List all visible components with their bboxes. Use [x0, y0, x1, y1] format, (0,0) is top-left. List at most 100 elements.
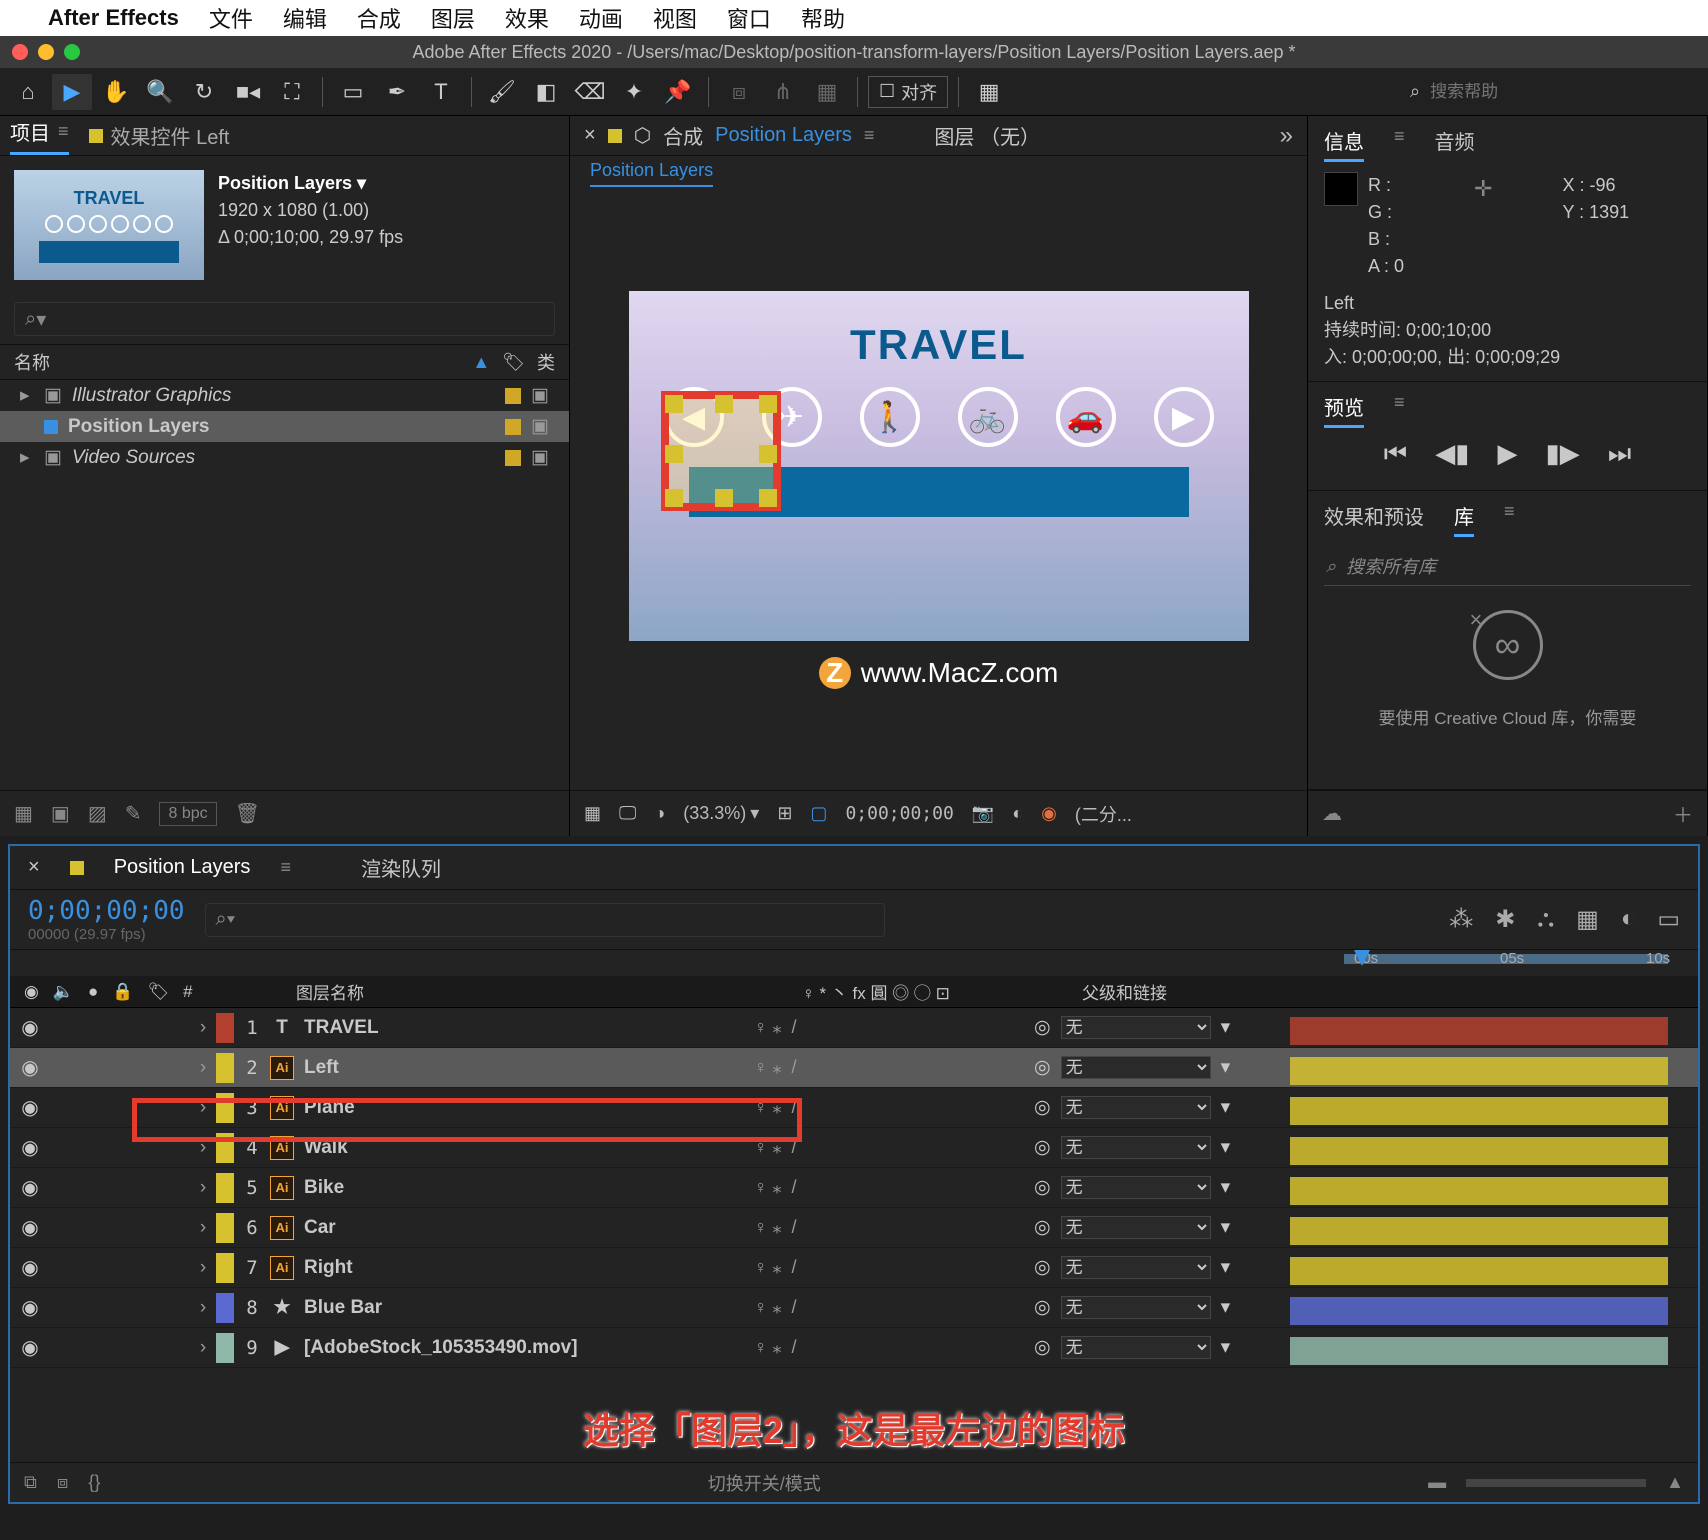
draft3d-icon[interactable]: ✱ — [1495, 905, 1515, 934]
menu-view[interactable]: 视图 — [653, 2, 697, 34]
layer-name[interactable]: Right — [304, 1257, 754, 1279]
comp-mini-tab[interactable]: Position Layers — [590, 160, 713, 187]
layer-label-color[interactable] — [216, 1213, 234, 1243]
last-frame-icon[interactable]: ⏭ — [1608, 438, 1631, 470]
next-frame-icon[interactable]: ▮▶ — [1546, 438, 1580, 470]
layer-name[interactable]: TRAVEL — [304, 1017, 754, 1039]
parent-column[interactable]: 父级和链接 — [1082, 979, 1338, 1004]
layer-tab[interactable]: 图层 （无） — [934, 121, 1040, 150]
parent-dropdown[interactable]: 无 — [1061, 1256, 1211, 1279]
layer-name[interactable]: Car — [304, 1217, 754, 1239]
pickwhip-icon[interactable]: ◎ — [1034, 1296, 1051, 1319]
timeline-search[interactable]: ⌕▾ — [205, 903, 885, 937]
twirl-icon[interactable]: › — [190, 1097, 216, 1119]
layer-row[interactable]: ◉›6AiCar♀ ⁎ /◎无 ▾ — [10, 1208, 1698, 1248]
layer-duration-bar[interactable] — [1290, 1177, 1668, 1205]
menu-edit[interactable]: 编辑 — [283, 2, 327, 34]
layer-name[interactable]: Bike — [304, 1177, 754, 1199]
new-comp-icon[interactable]: ▨ — [88, 801, 107, 826]
show-channel-icon[interactable]: ◐ — [1012, 803, 1023, 824]
grid-icon[interactable]: ▢ — [810, 803, 827, 824]
current-timecode[interactable]: 0;00;00;00 — [28, 896, 185, 926]
layer-switches[interactable]: ♀ ⁎ / — [754, 1257, 1034, 1278]
rectangle-tool-icon[interactable]: ▭ — [333, 74, 373, 110]
hand-tool-icon[interactable]: ✋ — [96, 74, 136, 110]
trash-icon[interactable]: 🗑 — [235, 801, 260, 826]
add-icon[interactable]: ＋ — [1673, 799, 1693, 828]
timeline-tab-render[interactable]: 渲染队列 — [361, 853, 441, 882]
twirl-icon[interactable]: › — [190, 1177, 216, 1199]
visibility-toggle-icon[interactable]: ◉ — [10, 1015, 50, 1040]
visibility-toggle-icon[interactable]: ◉ — [10, 1095, 50, 1120]
layer-label-color[interactable] — [216, 1133, 234, 1163]
prev-frame-icon[interactable]: ◀▮ — [1435, 438, 1469, 470]
frame-blend-icon[interactable]: ▦ — [1576, 905, 1599, 934]
visibility-toggle-icon[interactable]: ◉ — [10, 1215, 50, 1240]
new-folder-icon[interactable]: ▣ — [51, 801, 70, 826]
comp-canvas[interactable]: TRAVEL ◀ ✈ 🚶 🚲 🚗 ▶ — [629, 291, 1249, 641]
menu-layer[interactable]: 图层 — [431, 2, 475, 34]
adjust-icon[interactable]: ✎ — [125, 801, 142, 826]
switches-column[interactable]: ♀ * 丶 fx 圓 ◎ ◯ ⊡ — [802, 979, 1082, 1004]
pen-tool-icon[interactable]: ✒ — [377, 74, 417, 110]
visibility-toggle-icon[interactable]: ◉ — [10, 1135, 50, 1160]
close-tab-icon[interactable]: × — [584, 124, 596, 147]
flowchart-icon[interactable]: ⬡ — [634, 123, 651, 148]
layer-duration-bar[interactable] — [1290, 1337, 1668, 1365]
eraser-tool-icon[interactable]: ⌫ — [570, 74, 610, 110]
3d-widget-icon[interactable]: ⧈ — [719, 74, 759, 110]
parent-dropdown[interactable]: 无 — [1061, 1296, 1211, 1319]
twirl-icon[interactable]: › — [190, 1257, 216, 1279]
help-search[interactable]: ⌕ — [1400, 81, 1700, 102]
parent-dropdown[interactable]: 无 — [1061, 1336, 1211, 1359]
layer-name[interactable]: [AdobeStock_105353490.mov] — [304, 1337, 754, 1359]
toggle-transparency-icon[interactable]: 🖵 — [619, 803, 636, 824]
twirl-icon[interactable]: › — [190, 1337, 216, 1359]
layer-row[interactable]: ◉›2AiLeft♀ ⁎ /◎无 ▾ — [10, 1048, 1698, 1088]
layer-switches[interactable]: ♀ ⁎ / — [754, 1097, 1034, 1118]
toggle-in-out-icon[interactable]: {} — [88, 1472, 100, 1493]
layer-duration-bar[interactable] — [1290, 1297, 1668, 1325]
snap-toggle[interactable]: ☐ 对齐 — [868, 76, 948, 108]
twirl-icon[interactable]: › — [190, 1137, 216, 1159]
project-item-folder[interactable]: ▸▣Video Sources▣ — [0, 442, 569, 473]
tab-info[interactable]: 信息 — [1324, 126, 1364, 162]
layer-duration-bar[interactable] — [1290, 1137, 1668, 1165]
layer-duration-bar[interactable] — [1290, 1017, 1668, 1045]
menu-animation[interactable]: 动画 — [579, 2, 623, 34]
parent-dropdown[interactable]: 无 — [1061, 1176, 1211, 1199]
layer-label-color[interactable] — [216, 1333, 234, 1363]
help-search-input[interactable] — [1430, 82, 1690, 102]
layer-label-color[interactable] — [216, 1093, 234, 1123]
zoom-dropdown[interactable]: (33.3%) ▾ — [683, 803, 759, 824]
menu-file[interactable]: 文件 — [209, 2, 253, 34]
mask-icon[interactable]: ◑ — [654, 803, 665, 824]
parent-dropdown[interactable]: 无 — [1061, 1056, 1211, 1079]
layer-label-color[interactable] — [216, 1053, 234, 1083]
twirl-icon[interactable]: › — [190, 1017, 216, 1039]
comp-viewer[interactable]: TRAVEL ◀ ✈ 🚶 🚲 🚗 ▶ Z www.MacZ.com — [570, 190, 1307, 790]
layer-name[interactable]: Plane — [304, 1097, 754, 1119]
toggle-switches-modes[interactable]: 切换开关/模式 — [708, 1470, 821, 1496]
visibility-toggle-icon[interactable]: ◉ — [10, 1255, 50, 1280]
col-type[interactable]: 类 — [537, 349, 555, 375]
layer-row[interactable]: ◉›7AiRight♀ ⁎ /◎无 ▾ — [10, 1248, 1698, 1288]
layer-name[interactable]: Blue Bar — [304, 1297, 754, 1319]
tab-effects-presets[interactable]: 效果和预设 — [1324, 501, 1424, 537]
zoom-tool-icon[interactable]: 🔍 — [140, 74, 180, 110]
pickwhip-icon[interactable]: ◎ — [1034, 1096, 1051, 1119]
toggle-modes-icon[interactable]: ⧈ — [57, 1472, 68, 1493]
twirl-icon[interactable]: › — [190, 1057, 216, 1079]
project-item-comp[interactable]: Position Layers▣ — [0, 411, 569, 442]
parent-dropdown[interactable]: 无 — [1061, 1096, 1211, 1119]
visibility-toggle-icon[interactable]: ◉ — [10, 1335, 50, 1360]
roto-tool-icon[interactable]: ✦ — [614, 74, 654, 110]
library-search[interactable]: ⌕搜索所有库 — [1324, 547, 1691, 586]
tab-audio[interactable]: 音频 — [1435, 126, 1475, 162]
layer-label-color[interactable] — [216, 1293, 234, 1323]
puppet-tool-icon[interactable]: 📌 — [658, 74, 698, 110]
comp-thumbnail[interactable]: TRAVEL — [14, 170, 204, 280]
3d-axes-icon[interactable]: ⋔ — [763, 74, 803, 110]
bpc-button[interactable]: 8 bpc — [159, 802, 216, 826]
twirl-icon[interactable]: › — [190, 1217, 216, 1239]
